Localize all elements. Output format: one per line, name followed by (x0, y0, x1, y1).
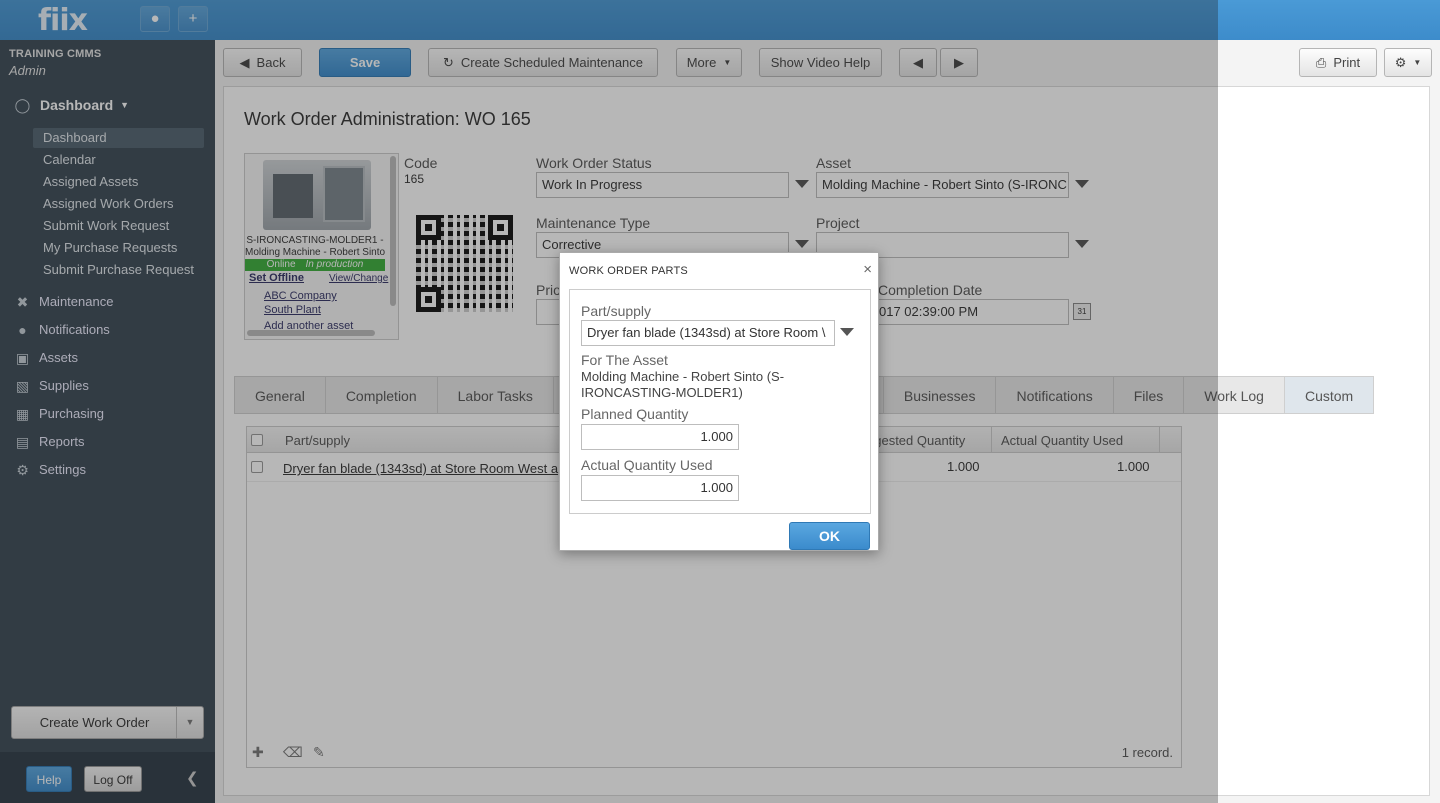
dialog-body: Part/supply Dryer fan blade (1343sd) at … (569, 289, 871, 514)
actual-quantity-label: Actual Quantity Used (581, 457, 713, 473)
print-button[interactable]: ⎙ Print (1299, 48, 1377, 77)
ok-button[interactable]: OK (789, 522, 870, 550)
part-supply-label: Part/supply (581, 303, 652, 319)
print-label: Print (1333, 55, 1361, 70)
dialog-title: WORK ORDER PARTS (569, 265, 688, 277)
work-order-parts-dialog: WORK ORDER PARTS × Part/supply Dryer fan… (559, 252, 879, 551)
gear-icon: ⚙ (1394, 55, 1407, 70)
close-icon[interactable]: × (863, 261, 872, 278)
dropdown-arrow-icon[interactable] (840, 328, 854, 336)
caret-down-icon: ▼ (1413, 58, 1422, 67)
tab-custom[interactable]: Custom (1283, 376, 1375, 414)
planned-quantity-label: Planned Quantity (581, 406, 689, 422)
printer-icon: ⎙ (1315, 55, 1327, 70)
settings-menu-button[interactable]: ⚙ ▼ (1384, 48, 1432, 77)
for-asset-value: Molding Machine - Robert Sinto (S-IRONCA… (581, 369, 785, 400)
planned-quantity-input[interactable]: 1.000 (581, 424, 739, 450)
for-asset-label: For The Asset (581, 352, 668, 368)
part-supply-select[interactable]: Dryer fan blade (1343sd) at Store Room \ (581, 320, 835, 346)
actual-quantity-input[interactable]: 1.000 (581, 475, 739, 501)
